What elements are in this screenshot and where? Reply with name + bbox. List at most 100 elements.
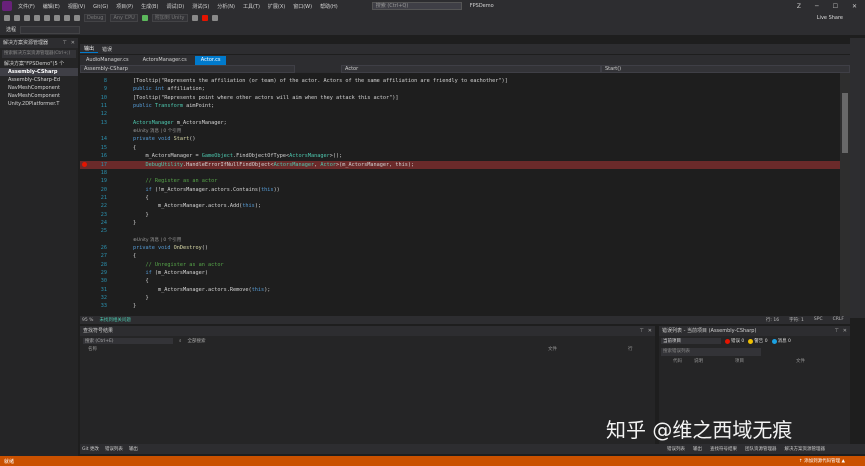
code-line[interactable]: 22 m_ActorsManager.actors.Add(this); (80, 202, 840, 210)
column-name[interactable]: 名称 (88, 346, 548, 354)
tree-item[interactable]: Unity.2DPlatformer.T (0, 100, 78, 108)
editor-scrollbar[interactable] (840, 73, 850, 316)
config-select[interactable]: Debug (84, 14, 107, 22)
code-line[interactable]: 8 [Tooltip("Represents the affiliation (o… (80, 77, 840, 85)
editor-tab[interactable]: Actor.cs (194, 56, 227, 65)
code-line[interactable]: 13 ActorsManager m_ActorsManager; (80, 119, 840, 127)
solution-search-input[interactable]: 搜索解决方案资源管理器(Ctrl+;) (2, 50, 76, 58)
menu-item[interactable]: 调试(D) (162, 4, 188, 10)
tree-item[interactable]: NavMeshComponent (0, 92, 78, 100)
live-share-button[interactable]: Live Share (817, 15, 865, 21)
code-line[interactable]: ⊕Unity 消息 | 0 个引用 (80, 236, 840, 244)
editor-tab[interactable]: ActorsManager.cs (137, 56, 193, 65)
process-select[interactable] (20, 25, 81, 34)
code-line[interactable]: 18 (80, 169, 840, 177)
search-all-button[interactable]: 全部搜索 (188, 338, 206, 344)
code-line[interactable]: 10 [Tooltip("Represents point where other… (80, 94, 840, 102)
menu-item[interactable]: 测试(S) (188, 4, 213, 10)
close-icon[interactable]: ✕ (843, 326, 847, 336)
back-icon[interactable] (4, 15, 10, 21)
code-line[interactable]: 21 { (80, 194, 840, 202)
code-editor[interactable]: 8 [Tooltip("Represents the affiliation (o… (80, 73, 840, 316)
code-line[interactable]: 28 // Unregister as an actor (80, 261, 840, 269)
tab-errors[interactable]: 错误 (98, 46, 116, 53)
tab-solution-explorer[interactable]: 解决方案资源管理器 (785, 446, 826, 452)
code-line[interactable]: 26 private void OnDestroy() (80, 244, 840, 252)
code-line[interactable]: 27 { (80, 252, 840, 260)
save-all-icon[interactable] (54, 15, 60, 21)
error-search-input[interactable]: 搜索错误列表 (661, 348, 761, 356)
tab-team-explorer[interactable]: 团队资源管理器 (745, 446, 777, 452)
find-symbol-search-input[interactable]: 搜索 (Ctrl+E) (83, 338, 173, 344)
code-line[interactable]: 23 } (80, 211, 840, 219)
close-icon[interactable]: ✕ (648, 326, 652, 336)
undo-icon[interactable] (64, 15, 70, 21)
menu-item[interactable]: 帮助(H) (316, 4, 342, 10)
code-line[interactable]: 20 if (!m_ActorsManager.actors.Contains(… (80, 186, 840, 194)
menu-item[interactable]: 编辑(E) (39, 4, 64, 10)
maximize-icon[interactable]: ☐ (833, 3, 838, 10)
search-input[interactable]: 搜索 (Ctrl+Q) (371, 2, 462, 10)
menu-item[interactable]: 分析(N) (213, 4, 239, 10)
code-line[interactable]: 15 { (80, 144, 840, 152)
pin-icon[interactable]: ⊤ (62, 38, 66, 48)
avatar[interactable]: Z (797, 3, 801, 10)
pin-icon[interactable]: ⊤ (834, 326, 838, 336)
stop-icon[interactable] (201, 15, 208, 21)
tree-item[interactable]: Assembly-CSharp (0, 68, 78, 76)
code-line[interactable]: 16 m_ActorsManager = GameObject.FindObje… (80, 152, 840, 160)
warnings-filter[interactable]: 警告 0 (748, 338, 768, 344)
tab-output[interactable]: 输出 (80, 45, 99, 53)
code-line[interactable]: 11 public Transform aimPoint; (80, 102, 840, 110)
member-dropdown[interactable]: Start() (601, 65, 850, 73)
column-line[interactable]: 行 (628, 346, 633, 354)
tab-error-list[interactable]: 错误列表 (105, 446, 123, 452)
tab-output[interactable]: 输出 (129, 446, 138, 452)
code-line[interactable]: 24} (80, 219, 840, 227)
open-file-icon[interactable] (34, 15, 40, 21)
code-line[interactable]: 32 } (80, 294, 840, 302)
code-line[interactable]: 25 (80, 227, 840, 235)
tab-error-list-right[interactable]: 错误列表 (667, 446, 685, 452)
menu-item[interactable]: 文件(F) (14, 4, 39, 10)
code-line[interactable]: 12 (80, 110, 840, 118)
redo-icon[interactable] (74, 15, 80, 21)
source-control-button[interactable]: ↑ 添加到源代码管理 ▲ (799, 458, 865, 464)
column-file[interactable]: 文件 (796, 358, 805, 366)
code-line[interactable]: 33} (80, 302, 840, 310)
menu-item[interactable]: 窗口(W) (289, 4, 316, 10)
errors-filter[interactable]: 错误 0 (725, 338, 744, 344)
column-code[interactable]: 代码 (673, 358, 682, 366)
scope-select[interactable]: 当前项目 (661, 338, 721, 344)
play-icon[interactable] (141, 15, 148, 21)
forward-icon[interactable] (14, 15, 20, 21)
code-line[interactable]: ⊕Unity 消息 | 0 个引用 (80, 127, 840, 135)
code-line[interactable]: 14 private void Start() (80, 135, 840, 143)
attach-button[interactable]: 附加到 Unity (151, 14, 188, 22)
code-line[interactable]: 29 if (m_ActorsManager) (80, 269, 840, 277)
messages-filter[interactable]: 消息 0 (771, 338, 791, 344)
scrollbar-thumb[interactable] (842, 93, 848, 153)
menu-item[interactable]: Git(G) (89, 4, 112, 10)
code-line[interactable]: 30 { (80, 277, 840, 285)
close-icon[interactable]: ✕ (852, 3, 857, 10)
platform-select[interactable]: Any CPU (110, 14, 138, 22)
column-description[interactable]: 说明 (694, 358, 703, 366)
menu-item[interactable]: 生成(B) (137, 4, 162, 10)
tab-output-right[interactable]: 输出 (693, 446, 702, 452)
code-line[interactable]: 19 // Register as an actor (80, 177, 840, 185)
close-icon[interactable]: ✕ (71, 38, 75, 48)
menu-item[interactable]: 工具(T) (239, 4, 264, 10)
code-line[interactable]: 31 m_ActorsManager.actors.Remove(this); (80, 286, 840, 294)
tab-git-changes[interactable]: Git 更改 (82, 446, 99, 452)
tree-item[interactable]: NavMeshComponent (0, 84, 78, 92)
minimize-icon[interactable]: ─ (815, 3, 819, 10)
class-dropdown[interactable]: Actor (341, 65, 601, 73)
new-file-icon[interactable] (24, 15, 30, 21)
search-icon[interactable]: ⌕ (179, 338, 182, 344)
menu-item[interactable]: 视图(V) (64, 4, 89, 10)
column-file[interactable]: 文件 (548, 346, 628, 354)
tree-item[interactable]: Assembly-CSharp-Ed (0, 76, 78, 84)
restart-icon[interactable] (211, 15, 218, 21)
code-line[interactable]: 9 public int affiliation; (80, 85, 840, 93)
